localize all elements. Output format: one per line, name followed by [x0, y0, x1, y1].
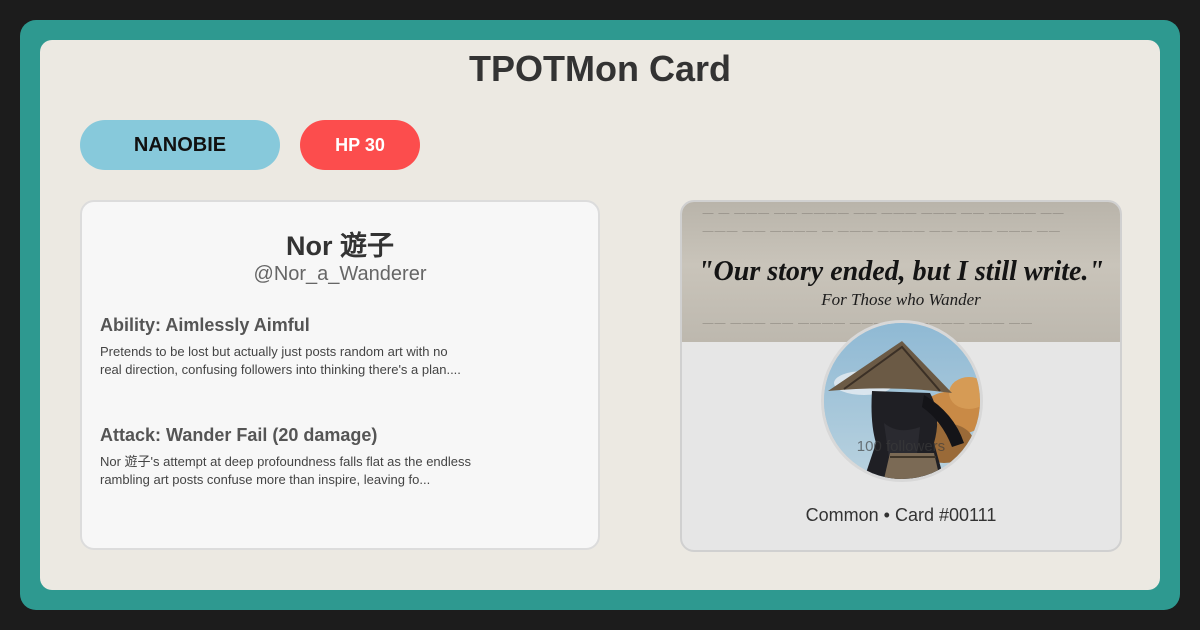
- banner-texture: — — ——— —— ———— —— ——— ——— —— ———— ——: [702, 206, 1065, 220]
- card-frame: TPOTMon Card NANOBIE HP 30 Nor 遊子 @Nor_a…: [20, 20, 1180, 610]
- ability-description: Pretends to be lost but actually just po…: [100, 344, 461, 377]
- rarity-card-number: Common • Card #00111: [805, 505, 997, 525]
- portrait-panel: — — ——— —— ———— —— ——— ——— —— ———— —— ——…: [680, 200, 1122, 552]
- type-badge: NANOBIE: [80, 120, 280, 170]
- follower-count: 100 followers: [856, 438, 946, 455]
- card-title: TPOTMon Card: [469, 48, 731, 89]
- profile-handle: @Nor_a_Wanderer: [253, 263, 427, 285]
- ability-title: Ability: Aimlessly Aimful: [100, 315, 310, 335]
- attack-description: Nor 遊子's attempt at deep profoundness fa…: [100, 454, 472, 487]
- avatar: [821, 320, 983, 482]
- profile-name: Nor 遊子: [286, 231, 394, 261]
- attack-title: Attack: Wander Fail (20 damage): [100, 425, 378, 445]
- banner-texture: ——— —— ———— — ——— ———— —— ——— ——— ——: [702, 224, 1061, 238]
- banner-subtitle: For Those who Wander: [821, 290, 981, 309]
- avatar-illustration: [824, 323, 980, 479]
- card-body: TPOTMon Card NANOBIE HP 30 Nor 遊子 @Nor_a…: [40, 40, 1160, 590]
- hp-badge: HP 30: [300, 120, 420, 170]
- banner-quote: "Our story ended, but I still write.": [697, 256, 1105, 287]
- info-panel: Nor 遊子 @Nor_a_Wanderer Ability: Aimlessl…: [80, 200, 600, 550]
